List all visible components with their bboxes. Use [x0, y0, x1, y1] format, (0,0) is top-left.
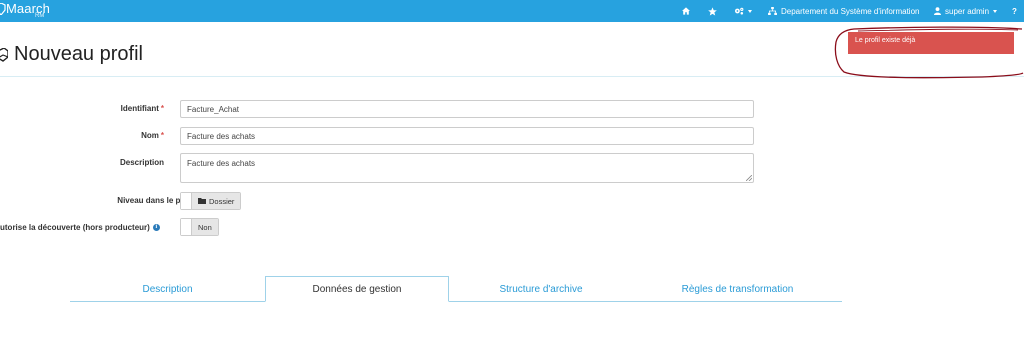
- user-icon: [934, 7, 941, 15]
- tab-regles-transformation[interactable]: Règles de transformation: [633, 276, 842, 302]
- description-label: Description: [119, 158, 164, 167]
- gears-icon: [735, 7, 744, 15]
- chevron-down-icon: [993, 9, 998, 13]
- plan-level-toggle[interactable]: Dossier: [180, 192, 242, 210]
- plan-level-value: Dossier: [192, 193, 241, 209]
- tab-structure-archive[interactable]: Structure d'archive: [449, 276, 633, 302]
- user-label: super admin: [945, 6, 990, 16]
- home-icon: [682, 7, 690, 15]
- resize-handle-icon[interactable]: [746, 175, 752, 181]
- settings-dropdown[interactable]: [734, 0, 752, 22]
- chevron-down-icon: [748, 9, 752, 13]
- discovery-label: utorise la découverte (hors producteur) i: [0, 223, 160, 232]
- identifier-label: Identifiant *: [120, 104, 164, 113]
- toggle-knob: [181, 219, 192, 235]
- description-value: Facture des achats: [187, 159, 256, 168]
- error-alert: Le profil existe déjà: [848, 32, 1014, 54]
- name-label: Nom *: [141, 131, 164, 140]
- identifier-field[interactable]: Facture_Achat: [180, 100, 754, 118]
- page-title: Nouveau profil: [14, 43, 143, 65]
- required-marker: *: [160, 131, 164, 140]
- tab-donnees-de-gestion[interactable]: Données de gestion: [265, 276, 449, 302]
- name-field[interactable]: Facture des achats: [180, 127, 754, 145]
- sitemap-icon: [768, 7, 777, 15]
- organization-label: Departement du Système d'information: [781, 6, 920, 16]
- favorites-button[interactable]: [708, 0, 717, 22]
- organization-menu[interactable]: Departement du Système d'information: [768, 0, 919, 22]
- top-navbar: Maarch RM Departement du Système d'infor…: [0, 0, 1024, 22]
- required-marker: *: [160, 104, 164, 113]
- title-divider: [0, 76, 1024, 77]
- toggle-knob: [181, 193, 192, 209]
- tab-description[interactable]: Description: [70, 276, 265, 302]
- info-icon[interactable]: i: [152, 224, 160, 232]
- help-icon: ?: [1012, 6, 1017, 16]
- discovery-value: Non: [192, 219, 218, 235]
- profile-icon: [0, 48, 8, 62]
- brand-subtitle: RM: [35, 13, 45, 19]
- star-icon: [708, 6, 717, 16]
- discovery-toggle[interactable]: Non: [180, 218, 219, 236]
- description-textarea[interactable]: Facture des achats: [180, 153, 754, 183]
- user-menu[interactable]: super admin: [934, 0, 998, 22]
- home-button[interactable]: [682, 0, 690, 22]
- folder-icon: [198, 198, 206, 204]
- help-button[interactable]: ?: [1012, 0, 1017, 22]
